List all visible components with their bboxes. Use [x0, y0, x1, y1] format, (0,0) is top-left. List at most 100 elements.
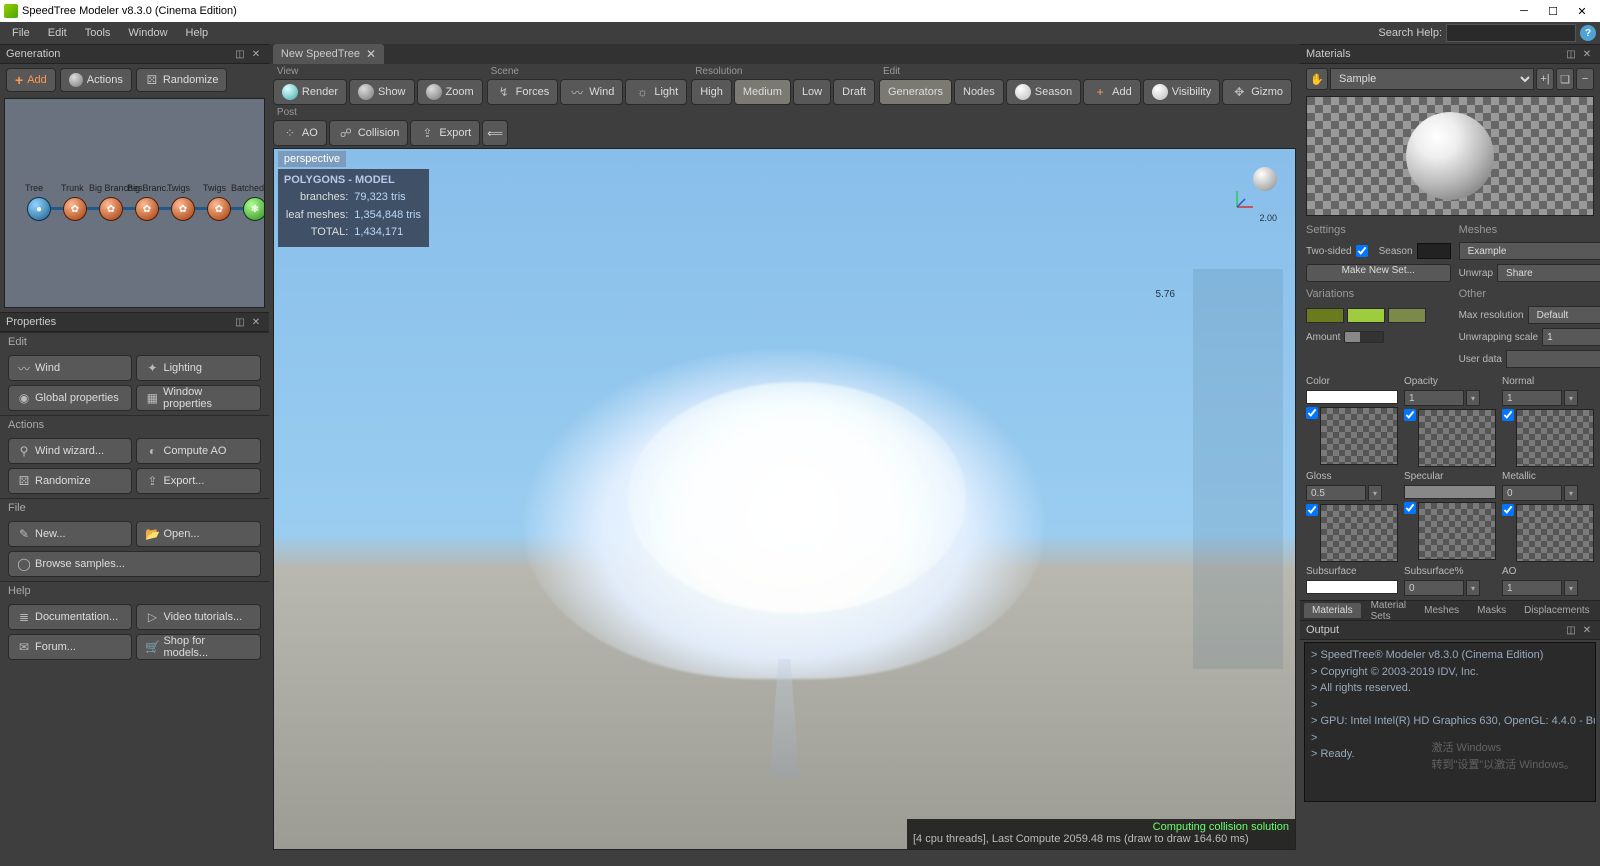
- open-button[interactable]: 📂Open...: [136, 521, 260, 547]
- ao-value[interactable]: [1502, 580, 1562, 596]
- delete-material-button[interactable]: −: [1576, 68, 1594, 90]
- subsurfacepct-dd[interactable]: ▾: [1466, 580, 1480, 596]
- color-map[interactable]: [1320, 407, 1398, 465]
- normal-value[interactable]: [1502, 390, 1562, 406]
- specular-enable[interactable]: [1404, 502, 1416, 514]
- export-toolbar-button[interactable]: ⇪Export: [410, 120, 480, 146]
- res-high-button[interactable]: High: [691, 79, 732, 105]
- nodes-button[interactable]: Nodes: [954, 79, 1004, 105]
- forces-button[interactable]: ↯Forces: [487, 79, 559, 105]
- material-select[interactable]: Sample: [1330, 68, 1534, 90]
- close-panel-icon[interactable]: ✕: [249, 315, 263, 329]
- wind-wizard-button[interactable]: ⚲Wind wizard...: [8, 438, 132, 464]
- close-button[interactable]: ✕: [1568, 1, 1596, 21]
- example-select[interactable]: Example: [1459, 242, 1600, 260]
- collision-button[interactable]: ☍Collision: [329, 120, 409, 146]
- randomize-button[interactable]: ⚄Randomize: [136, 68, 228, 92]
- res-medium-button[interactable]: Medium: [734, 79, 791, 105]
- render-button[interactable]: Render: [273, 79, 347, 105]
- wind-toolbar-button[interactable]: 〰Wind: [560, 79, 623, 105]
- add-material-button[interactable]: +|: [1536, 68, 1554, 90]
- gloss-map[interactable]: [1320, 504, 1398, 562]
- tab-materials[interactable]: Materials: [1304, 603, 1361, 618]
- shop-button[interactable]: 🛒Shop for models...: [136, 634, 260, 660]
- export-props-button[interactable]: ⇪Export...: [136, 468, 260, 494]
- normal-dd[interactable]: ▾: [1564, 390, 1578, 406]
- generators-button[interactable]: Generators: [879, 79, 952, 105]
- light-button[interactable]: ☼Light: [625, 79, 687, 105]
- normal-map[interactable]: [1516, 409, 1594, 467]
- compute-ao-button[interactable]: ◐Compute AO: [136, 438, 260, 464]
- visibility-button[interactable]: Visibility: [1143, 79, 1221, 105]
- two-sided-checkbox[interactable]: [1356, 245, 1368, 257]
- ao-button[interactable]: ⁘AO: [273, 120, 327, 146]
- metallic-enable[interactable]: [1502, 504, 1514, 516]
- maximize-button[interactable]: ☐: [1539, 1, 1567, 21]
- subsurfacepct-value[interactable]: [1404, 580, 1464, 596]
- actions-button[interactable]: Actions: [60, 68, 132, 92]
- user-data-input[interactable]: [1506, 350, 1600, 368]
- menu-window[interactable]: Window: [120, 24, 175, 42]
- output-log[interactable]: > SpeedTree® Modeler v8.3.0 (Cinema Edit…: [1304, 642, 1596, 802]
- opacity-dd[interactable]: ▾: [1466, 390, 1480, 406]
- global-props-button[interactable]: ◉Global properties: [8, 385, 132, 411]
- viewport-gizmo[interactable]: 2.00: [1241, 167, 1277, 203]
- tab-meshes[interactable]: Meshes: [1416, 603, 1467, 618]
- normal-enable[interactable]: [1502, 409, 1514, 421]
- gloss-value[interactable]: [1306, 485, 1366, 501]
- opacity-map[interactable]: [1418, 409, 1496, 467]
- grab-icon[interactable]: ✋: [1306, 68, 1328, 90]
- subsurface-swatch[interactable]: [1306, 580, 1398, 594]
- undock-icon[interactable]: ◫: [233, 315, 247, 329]
- variation-swatch-3[interactable]: [1388, 308, 1426, 323]
- randomize-props-button[interactable]: ⚄Randomize: [8, 468, 132, 494]
- menu-edit[interactable]: Edit: [40, 24, 75, 42]
- node-graph[interactable]: ● Tree ✿ Trunk ✿ Big Branches ✿ Big Bran…: [4, 98, 265, 308]
- minimize-button[interactable]: ─: [1510, 1, 1538, 21]
- undock-icon[interactable]: ◫: [1564, 47, 1578, 61]
- documentation-button[interactable]: ≣Documentation...: [8, 604, 132, 630]
- undock-icon[interactable]: ◫: [233, 47, 247, 61]
- metallic-dd[interactable]: ▾: [1564, 485, 1578, 501]
- res-draft-button[interactable]: Draft: [833, 79, 875, 105]
- help-icon[interactable]: ?: [1580, 25, 1596, 41]
- ao-dd[interactable]: ▾: [1564, 580, 1578, 596]
- gloss-dd[interactable]: ▾: [1368, 485, 1382, 501]
- duplicate-material-button[interactable]: ❏: [1556, 68, 1574, 90]
- back-button[interactable]: ⟸: [482, 120, 508, 146]
- gloss-enable[interactable]: [1306, 504, 1318, 516]
- tab-masks[interactable]: Masks: [1469, 603, 1514, 618]
- tab-new-speedtree[interactable]: New SpeedTree ✕: [273, 44, 384, 64]
- season-color[interactable]: [1417, 243, 1451, 259]
- color-enable[interactable]: [1306, 407, 1318, 419]
- metallic-value[interactable]: [1502, 485, 1562, 501]
- color-swatch[interactable]: [1306, 390, 1398, 404]
- make-new-set-button[interactable]: Make New Set...: [1306, 264, 1451, 282]
- menu-help[interactable]: Help: [178, 24, 217, 42]
- maxres-select[interactable]: Default: [1528, 306, 1600, 324]
- video-button[interactable]: ▷Video tutorials...: [136, 604, 260, 630]
- zoom-button[interactable]: Zoom: [417, 79, 483, 105]
- add-button[interactable]: +Add: [6, 68, 56, 92]
- menu-file[interactable]: File: [4, 24, 38, 42]
- unwrap-select[interactable]: Share: [1497, 264, 1600, 282]
- variation-swatch-1[interactable]: [1306, 308, 1344, 323]
- close-panel-icon[interactable]: ✕: [1580, 623, 1594, 637]
- close-panel-icon[interactable]: ✕: [1580, 47, 1594, 61]
- undock-icon[interactable]: ◫: [1564, 623, 1578, 637]
- window-props-button[interactable]: ▦Window properties: [136, 385, 260, 411]
- tab-close-icon[interactable]: ✕: [366, 47, 376, 61]
- new-button[interactable]: ✎New...: [8, 521, 132, 547]
- add-toolbar-button[interactable]: +Add: [1083, 79, 1141, 105]
- search-help-input[interactable]: [1446, 24, 1576, 42]
- variation-swatch-2[interactable]: [1347, 308, 1385, 323]
- season-button[interactable]: Season: [1006, 79, 1081, 105]
- opacity-enable[interactable]: [1404, 409, 1416, 421]
- viewport[interactable]: perspective POLYGONS - MODEL branches:79…: [273, 148, 1296, 850]
- specular-swatch[interactable]: [1404, 485, 1496, 499]
- forum-button[interactable]: ✉Forum...: [8, 634, 132, 660]
- amount-slider[interactable]: [1344, 331, 1384, 343]
- specular-map[interactable]: [1418, 502, 1496, 560]
- unwrap-scale-input[interactable]: [1542, 328, 1600, 346]
- gizmo-button[interactable]: ✥Gizmo: [1222, 79, 1292, 105]
